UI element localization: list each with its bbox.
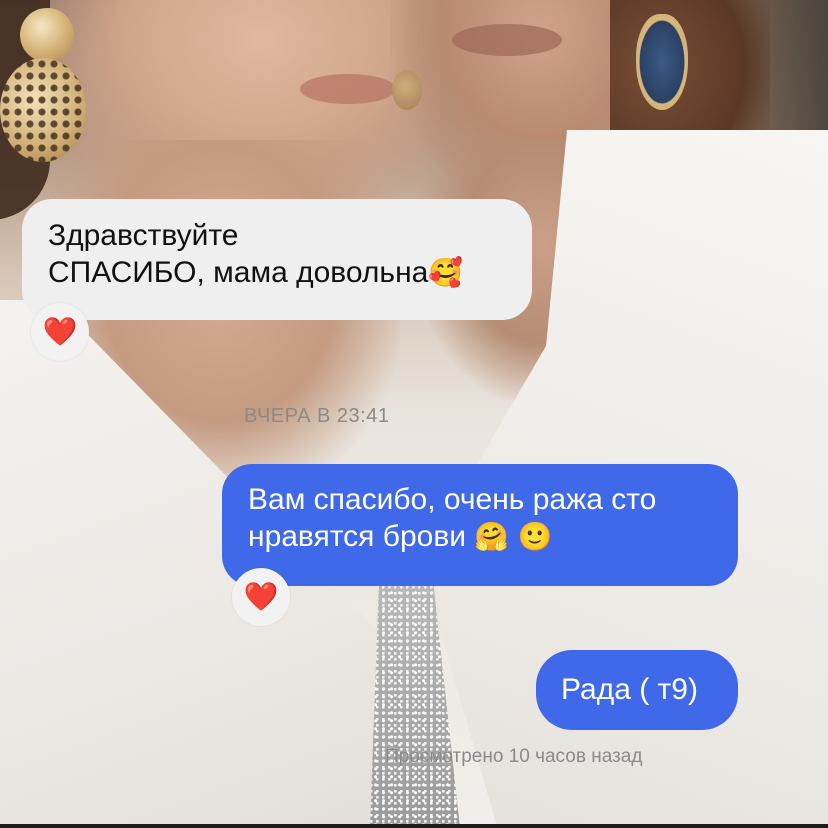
heart-icon: ❤️ [243,580,279,613]
message-text-line: Рада ( т9) [561,673,698,706]
smiling-face-with-hearts-icon: 🥰 [428,256,464,289]
hugging-face-icon: 🤗 [474,520,510,553]
earring-image [20,8,74,62]
outgoing-message-bubble[interactable]: Рада ( т9) [536,650,738,730]
earring-image [0,58,86,162]
earring-image [636,14,688,110]
heart-reaction[interactable]: ❤️ [232,568,290,626]
heart-icon: ❤️ [42,315,78,348]
incoming-message-bubble[interactable]: Здравствуйте СПАСИБО, мама довольна🥰 [22,199,532,320]
message-text-line: Здравствуйте [48,219,239,252]
heart-reaction[interactable]: ❤️ [31,303,89,361]
read-receipt: Просмотрено 10 часов назад [385,746,643,767]
message-text-line: нравятся брови 🤗 🙂 [248,520,553,553]
message-text-line: СПАСИБО, мама довольна🥰 [48,256,464,289]
message-timestamp: ВЧЕРА В 23:41 [244,405,390,427]
chat-screen: Здравствуйте СПАСИБО, мама довольна🥰 ❤️ … [0,0,828,828]
slightly-smiling-face-icon: 🙂 [517,520,553,553]
message-text-line: Вам спасибо, очень ража сто [248,483,657,516]
outgoing-message-bubble[interactable]: Вам спасибо, очень ража сто нравятся бро… [222,464,738,586]
